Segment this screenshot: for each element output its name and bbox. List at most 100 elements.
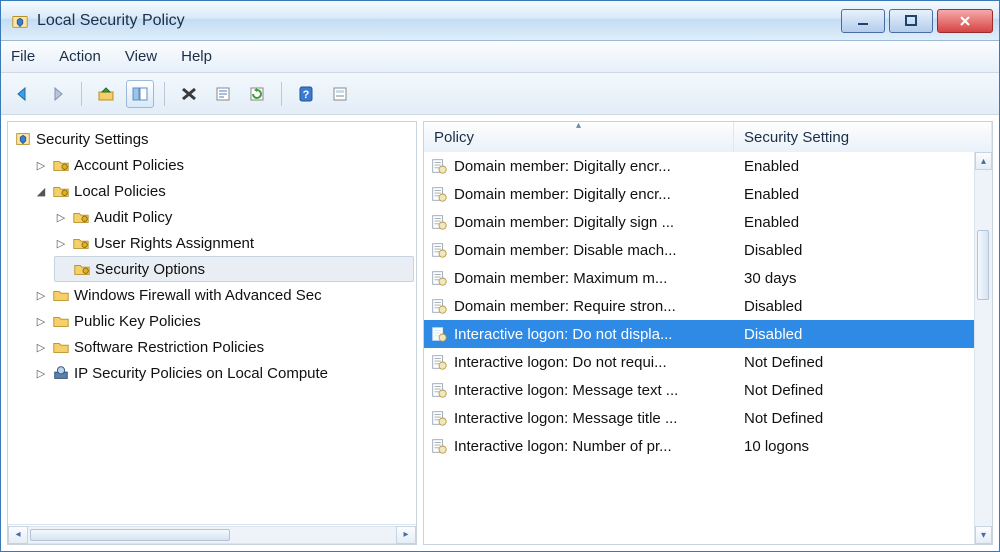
list-row[interactable]: Domain member: Disable mach...Disabled xyxy=(424,236,974,264)
list-row[interactable]: Interactive logon: Number of pr... 10 log… xyxy=(424,432,974,460)
properties-button[interactable] xyxy=(326,80,354,108)
tree-pane-icon xyxy=(130,85,150,103)
up-level-button[interactable] xyxy=(92,80,120,108)
expand-icon[interactable]: ▷ xyxy=(34,315,48,328)
scroll-thumb[interactable] xyxy=(977,230,989,300)
list-row[interactable]: Interactive logon: Do not displa...Disab… xyxy=(424,320,974,348)
menu-file[interactable]: File xyxy=(11,48,35,65)
scroll-left-button[interactable]: ◂ xyxy=(8,526,28,544)
maximize-button[interactable] xyxy=(889,9,933,33)
policy-setting: Disabled xyxy=(744,298,802,315)
policy-item-icon xyxy=(430,409,448,427)
app-icon xyxy=(11,12,29,30)
menu-view[interactable]: View xyxy=(125,48,157,65)
policy-name: Interactive logon: Number of pr... xyxy=(454,438,672,455)
tree-root-label: Security Settings xyxy=(36,131,149,148)
column-header-setting[interactable]: Security Setting xyxy=(734,122,992,152)
refresh-button[interactable] xyxy=(243,80,271,108)
expand-icon[interactable]: ▷ xyxy=(34,289,48,302)
window-controls xyxy=(841,9,993,33)
forward-button[interactable] xyxy=(43,80,71,108)
ipsec-icon xyxy=(52,364,70,382)
policy-item-icon xyxy=(430,157,448,175)
content-area: Security Settings ▷ Account Policies xyxy=(1,115,999,551)
tree-item-label: Audit Policy xyxy=(94,209,172,226)
scroll-track[interactable] xyxy=(28,526,396,544)
column-label: Policy xyxy=(434,129,474,146)
list-row[interactable]: Domain member: Digitally encr...Enabled xyxy=(424,180,974,208)
scroll-track[interactable] xyxy=(975,170,992,526)
delete-button[interactable] xyxy=(175,80,203,108)
tree-item-user-rights[interactable]: ▷ User Rights Assignment xyxy=(54,230,414,256)
tree-item-account-policies[interactable]: ▷ Account Policies xyxy=(34,152,414,178)
expand-icon[interactable]: ▷ xyxy=(34,367,48,380)
tree-item-label: Public Key Policies xyxy=(74,313,201,330)
list-row[interactable]: Domain member: Maximum m...30 days xyxy=(424,264,974,292)
tree-pane: Security Settings ▷ Account Policies xyxy=(7,121,417,545)
tree-item-ipsec[interactable]: ▷ IP Security Policies on Local Compute xyxy=(34,360,414,386)
tree-item-software-restriction[interactable]: ▷ Software Restriction Policies xyxy=(34,334,414,360)
policy-name: Domain member: Require stron... xyxy=(454,298,676,315)
tree-item-public-key[interactable]: ▷ Public Key Policies xyxy=(34,308,414,334)
window-title: Local Security Policy xyxy=(37,12,841,30)
tree-item-label: User Rights Assignment xyxy=(94,235,254,252)
back-button[interactable] xyxy=(9,80,37,108)
tree-item-label: Local Policies xyxy=(74,183,166,200)
delete-x-icon xyxy=(179,85,199,103)
tree-item-label: Windows Firewall with Advanced Sec xyxy=(74,287,322,304)
minimize-button[interactable] xyxy=(841,9,885,33)
back-arrow-icon xyxy=(13,85,33,103)
policy-setting: Not Defined xyxy=(744,354,823,371)
column-header-policy[interactable]: ▴ Policy xyxy=(424,122,734,152)
tree-item-security-options[interactable]: Security Options xyxy=(54,256,414,282)
list-row[interactable]: Domain member: Require stron... Disabled xyxy=(424,292,974,320)
expand-icon[interactable]: ▷ xyxy=(54,211,68,224)
tree-item-firewall[interactable]: ▷ Windows Firewall with Advanced Sec xyxy=(34,282,414,308)
policy-setting: 10 logons xyxy=(744,438,809,455)
tree-horizontal-scrollbar[interactable]: ◂ ▸ xyxy=(8,524,416,544)
list-row[interactable]: Interactive logon: Do not requi... Not De… xyxy=(424,348,974,376)
forward-arrow-icon xyxy=(47,85,67,103)
tree-item-local-policies[interactable]: ◢ Local Policies xyxy=(34,178,414,204)
list-row[interactable]: Domain member: Digitally sign ...Enabled xyxy=(424,208,974,236)
folder-icon xyxy=(52,286,70,304)
policy-name: Domain member: Maximum m... xyxy=(454,270,667,287)
show-tree-button[interactable] xyxy=(126,80,154,108)
list-vertical-scrollbar[interactable]: ▴ ▾ xyxy=(974,152,992,544)
policy-setting: Enabled xyxy=(744,158,799,175)
expand-icon[interactable]: ▷ xyxy=(34,159,48,172)
menu-help[interactable]: Help xyxy=(181,48,212,65)
export-button[interactable] xyxy=(209,80,237,108)
list-row[interactable]: Domain member: Digitally encr...Enabled xyxy=(424,152,974,180)
policy-name: Interactive logon: Message title ... xyxy=(454,410,677,427)
refresh-icon xyxy=(247,85,267,103)
close-button[interactable] xyxy=(937,9,993,33)
policy-item-icon xyxy=(430,381,448,399)
policy-item-icon xyxy=(430,269,448,287)
policy-item-icon xyxy=(430,185,448,203)
list-row[interactable]: Interactive logon: Message text ...Not D… xyxy=(424,376,974,404)
list-pane: ▴ Policy Security Setting Domain member:… xyxy=(423,121,993,545)
tree[interactable]: Security Settings ▷ Account Policies xyxy=(8,122,416,524)
tree-root[interactable]: Security Settings xyxy=(14,126,414,152)
export-list-icon xyxy=(213,85,233,103)
policy-name: Interactive logon: Do not requi... xyxy=(454,354,667,371)
scroll-up-button[interactable]: ▴ xyxy=(975,152,992,170)
scroll-right-button[interactable]: ▸ xyxy=(396,526,416,544)
toolbar-separator xyxy=(81,82,82,106)
scroll-down-button[interactable]: ▾ xyxy=(975,526,992,544)
help-button[interactable]: ? xyxy=(292,80,320,108)
policy-setting: Not Defined xyxy=(744,382,823,399)
tree-item-audit-policy[interactable]: ▷ Audit Policy xyxy=(54,204,414,230)
list-row[interactable]: Interactive logon: Message title ... Not … xyxy=(424,404,974,432)
list-body[interactable]: Domain member: Digitally encr...EnabledD… xyxy=(424,152,992,544)
folder-policy-icon xyxy=(52,182,70,200)
expand-icon[interactable]: ▷ xyxy=(34,341,48,354)
policy-setting: Disabled xyxy=(744,326,802,343)
collapse-icon[interactable]: ◢ xyxy=(34,185,48,198)
tree-item-label: Account Policies xyxy=(74,157,184,174)
expand-icon[interactable]: ▷ xyxy=(54,237,68,250)
policy-setting: Not Defined xyxy=(744,410,823,427)
scroll-thumb[interactable] xyxy=(30,529,230,541)
menu-action[interactable]: Action xyxy=(59,48,101,65)
